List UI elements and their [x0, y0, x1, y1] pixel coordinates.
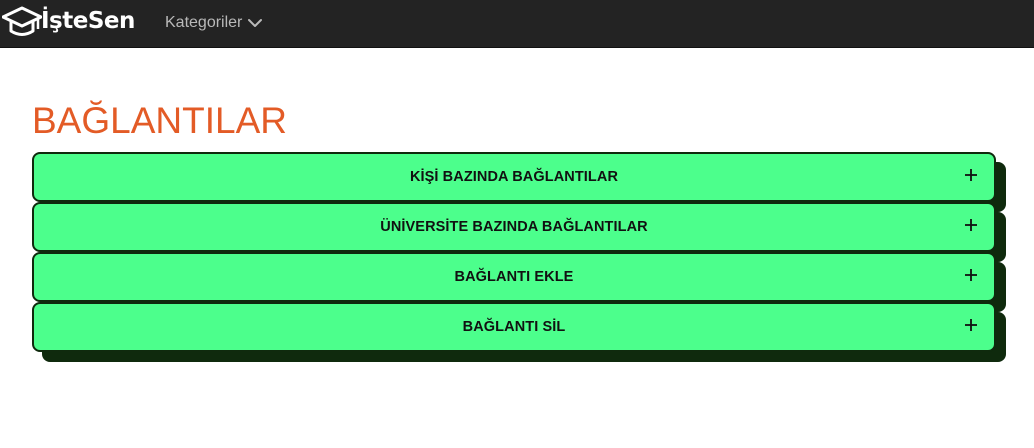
top-navbar: İşteSen Kategoriler	[0, 0, 1034, 48]
page-title: BAĞLANTILAR	[32, 100, 287, 141]
accordion-header-university-connections[interactable]: ÜNİVERSİTE BAZINDA BAĞLANTILAR	[32, 202, 996, 252]
graduation-cap-icon	[2, 6, 42, 36]
plus-icon	[965, 219, 977, 231]
accordion-label: BAĞLANTI SİL	[462, 319, 566, 335]
accordion-item-university-connections: ÜNİVERSİTE BAZINDA BAĞLANTILAR	[32, 202, 1006, 262]
categories-label: Kategoriler	[165, 14, 243, 31]
plus-icon	[965, 169, 977, 181]
accordion-item-person-connections: KİŞİ BAZINDA BAĞLANTILAR	[32, 152, 1006, 212]
accordion-header-add-connection[interactable]: BAĞLANTI EKLE	[32, 252, 996, 302]
connections-accordion: KİŞİ BAZINDA BAĞLANTILAR ÜNİVERSİTE BAZI…	[32, 152, 1006, 362]
brand-name: İşteSen	[41, 8, 135, 34]
chevron-down-icon	[248, 19, 263, 27]
plus-icon	[965, 319, 977, 331]
accordion-item-delete-connection: BAĞLANTI SİL	[32, 302, 1006, 362]
accordion-header-person-connections[interactable]: KİŞİ BAZINDA BAĞLANTILAR	[32, 152, 996, 202]
brand-logo-link[interactable]: İşteSen	[2, 4, 135, 40]
accordion-label: ÜNİVERSİTE BAZINDA BAĞLANTILAR	[380, 219, 648, 235]
accordion-item-add-connection: BAĞLANTI EKLE	[32, 252, 1006, 312]
categories-dropdown[interactable]: Kategoriler	[165, 12, 263, 34]
accordion-label: BAĞLANTI EKLE	[454, 269, 574, 285]
plus-icon	[965, 269, 977, 281]
accordion-header-delete-connection[interactable]: BAĞLANTI SİL	[32, 302, 996, 352]
accordion-label: KİŞİ BAZINDA BAĞLANTILAR	[409, 169, 619, 185]
